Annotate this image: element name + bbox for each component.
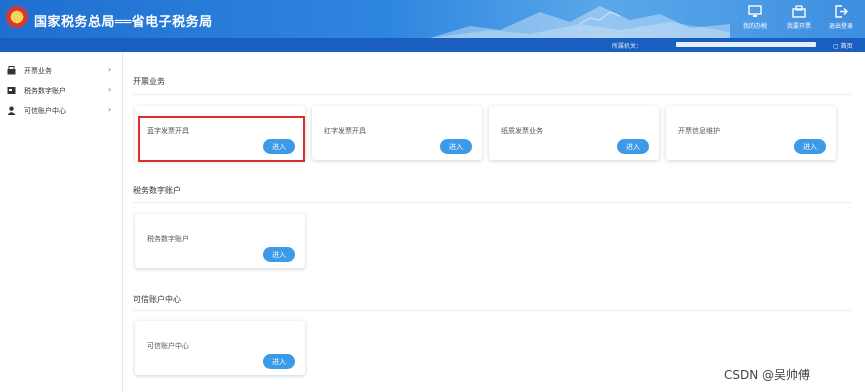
issue-invoice-button[interactable]: 我要开票 [781, 2, 817, 36]
top-header: 国家税务总局══省电子税务局 我的办税 我要开票 退出登录 [0, 0, 865, 38]
logout-button[interactable]: 退出登录 [823, 2, 859, 36]
account-icon [7, 86, 16, 95]
section-divider [133, 94, 851, 95]
tax-emblem-logo [6, 6, 28, 28]
card-trusted-account: 可信账户中心 进入 [135, 321, 305, 375]
invoice-icon [781, 4, 817, 22]
card-label: 开票信息维护 [678, 127, 720, 135]
site-title: 国家税务总局══省电子税务局 [34, 15, 213, 30]
card-label: 红字发票开具 [324, 127, 366, 135]
sidebar: 开票业务 › 税务数字账户 › 可信账户中心 › [0, 52, 123, 392]
home-label: 首页 [840, 43, 853, 50]
section-title-invoicing: 开票业务 [133, 77, 165, 86]
home-icon: ▢ [833, 43, 839, 50]
highlight-box [138, 116, 305, 162]
user-icon [7, 106, 16, 115]
home-link[interactable]: ▢ 首页 [833, 41, 853, 50]
enter-button[interactable]: 进入 [617, 139, 649, 154]
section-title-trusted-account: 可信账户中心 [133, 295, 181, 304]
csdn-watermark: CSDN @吴帅傅 [724, 368, 811, 382]
logout-label: 退出登录 [828, 23, 853, 30]
org-label: 所属机关： [612, 43, 643, 50]
card-digital-account: 税务数字账户 进入 [135, 214, 305, 268]
sidebar-item-digital-account[interactable]: 税务数字账户 › [0, 82, 122, 102]
monitor-icon [737, 4, 773, 22]
enter-button[interactable]: 进入 [440, 139, 472, 154]
sidebar-item-label: 开票业务 [24, 67, 52, 75]
section-divider [133, 202, 851, 203]
sidebar-item-label: 可信账户中心 [24, 107, 66, 115]
card-label: 税务数字账户 [147, 235, 189, 243]
card-invoice-info: 开票信息维护 进入 [666, 106, 836, 160]
sidebar-item-label: 税务数字账户 [24, 87, 66, 95]
card-paper-invoice: 纸质发票业务 进入 [489, 106, 659, 160]
logout-icon [823, 4, 859, 22]
enter-button[interactable]: 进入 [263, 354, 295, 369]
my-tax-button[interactable]: 我的办税 [737, 2, 773, 36]
issue-invoice-label: 我要开票 [786, 23, 811, 30]
section-divider [133, 310, 851, 311]
great-wall-banner-image [430, 6, 730, 38]
chevron-right-icon: › [108, 85, 112, 94]
section-title-digital-account: 税务数字账户 [133, 186, 181, 195]
chevron-right-icon: › [108, 105, 112, 114]
my-tax-label: 我的办税 [742, 23, 767, 30]
card-red-invoice: 红字发票开具 进入 [312, 106, 482, 160]
main-content: 开票业务 蓝字发票开具 进入 红字发票开具 进入 纸质发票业务 进入 开票信息维… [123, 52, 865, 392]
sidebar-item-trusted-account[interactable]: 可信账户中心 › [0, 102, 122, 122]
enter-button[interactable]: 进入 [263, 247, 295, 262]
card-label: 纸质发票业务 [501, 127, 543, 135]
chevron-right-icon: › [108, 65, 112, 74]
enter-button[interactable]: 进入 [794, 139, 826, 154]
sidebar-item-invoicing[interactable]: 开票业务 › [0, 62, 122, 82]
card-label: 可信账户中心 [147, 342, 189, 350]
info-bar: 所属机关： ▢ 首页 [0, 38, 865, 52]
invoice-icon [7, 66, 16, 75]
org-value-redacted [676, 42, 816, 47]
